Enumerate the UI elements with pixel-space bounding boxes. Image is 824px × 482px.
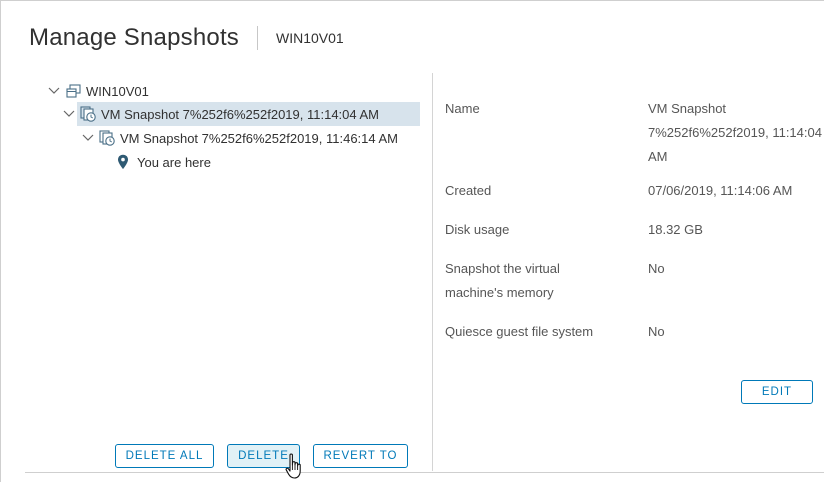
tree-node-current-state[interactable]: You are here (115, 150, 211, 174)
detail-label: Quiesce guest file system (445, 324, 594, 339)
dialog-title: Manage Snapshots (29, 24, 240, 51)
footer-divider (25, 472, 824, 473)
vm-name: WIN10V01 (276, 30, 344, 46)
detail-value: 18.32 GB (648, 222, 703, 237)
tree-label: WIN10V01 (86, 83, 149, 99)
manage-snapshots-dialog: Manage Snapshots WIN10V01 WIN10V01 VM Sn… (0, 0, 824, 482)
tree-node-snapshot[interactable]: VM Snapshot 7%252f6%252f2019, 11:46:14 A… (81, 126, 398, 150)
snapshot-icon (80, 106, 96, 122)
detail-label: Name (445, 101, 480, 116)
chevron-down-icon[interactable] (81, 131, 95, 145)
chevron-down-icon[interactable] (47, 84, 61, 98)
tree-label: You are here (137, 154, 211, 170)
detail-value: VM Snapshot 7%252f6%252f2019, 11:14:04 A… (648, 101, 822, 164)
tree-label: VM Snapshot 7%252f6%252f2019, 11:14:04 A… (101, 106, 380, 122)
delete-all-button[interactable]: DELETE ALL (115, 444, 214, 468)
tree-label: VM Snapshot 7%252f6%252f2019, 11:46:14 A… (120, 130, 399, 146)
location-pin-icon (115, 154, 131, 170)
snapshot-icon (99, 130, 115, 146)
detail-value: 07/06/2019, 11:14:06 AM (648, 183, 793, 198)
tree-node-snapshot-selected[interactable]: VM Snapshot 7%252f6%252f2019, 11:14:04 A… (63, 102, 420, 126)
detail-value: No (648, 261, 665, 276)
detail-label: Created (445, 183, 492, 198)
revert-to-button[interactable]: REVERT TO (313, 444, 408, 468)
panel-divider (432, 73, 433, 471)
detail-label: Disk usage (445, 222, 510, 237)
detail-label: Snapshot the virtual machine's memory (445, 261, 560, 300)
dialog-header: Manage Snapshots WIN10V01 (29, 23, 344, 53)
edit-button[interactable]: EDIT (741, 380, 813, 404)
tree-node-vm[interactable]: WIN10V01 (47, 79, 149, 103)
detail-value: No (648, 324, 665, 339)
chevron-down-icon[interactable] (62, 107, 76, 121)
title-divider (257, 26, 259, 50)
vm-icon (65, 83, 81, 99)
hand-pointer-cursor-icon (285, 453, 301, 479)
